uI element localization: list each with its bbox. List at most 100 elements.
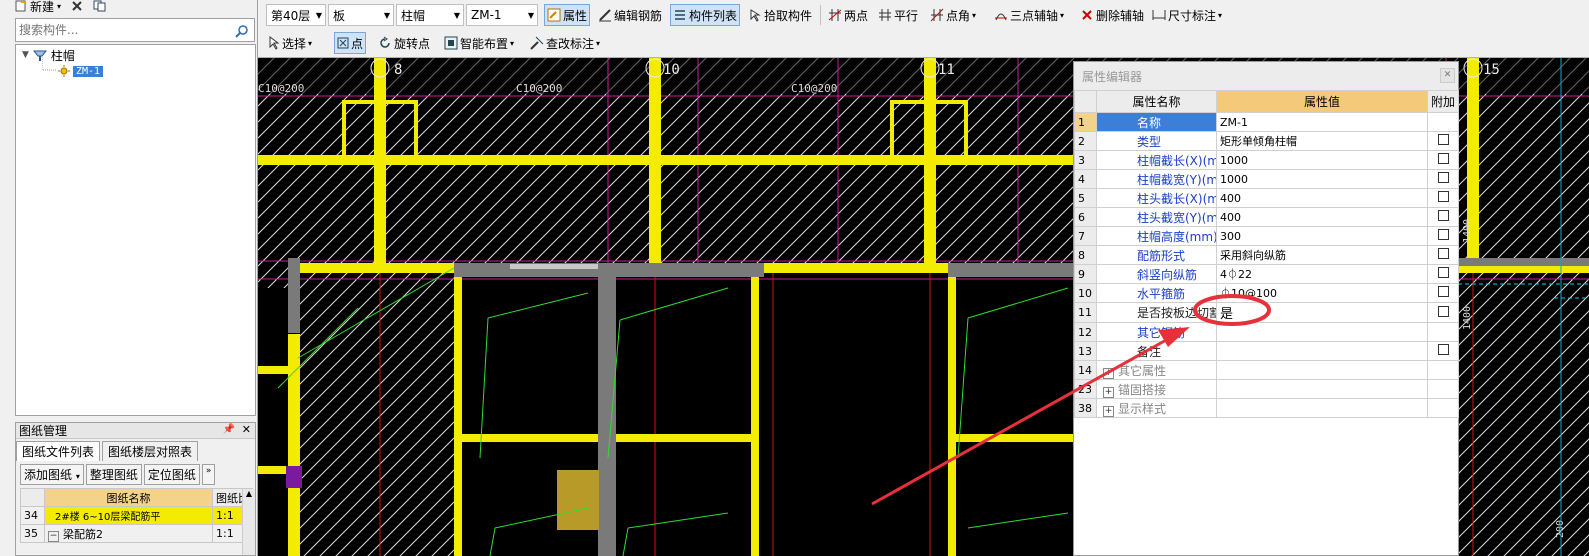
extra-checkbox[interactable] <box>1437 344 1449 355</box>
tab-drawing-file-list[interactable]: 图纸文件列表 <box>16 441 101 461</box>
property-name: 柱帽截长(X)(mm) <box>1096 150 1217 170</box>
property-row[interactable]: 12 其它钢筋 <box>1074 322 1459 342</box>
tab-floor-mapping[interactable]: 图纸楼层对照表 <box>102 441 199 461</box>
new-button[interactable]: 新建 ▾ <box>12 0 64 16</box>
property-row[interactable]: 38 + 显示样式 <box>1074 398 1459 418</box>
extra-checkbox[interactable] <box>1437 267 1449 278</box>
two-point-button[interactable]: 两点 <box>828 4 868 26</box>
property-value[interactable] <box>1216 341 1428 361</box>
search-input[interactable] <box>16 19 226 41</box>
row-num: 11 <box>1074 302 1097 323</box>
extra-checkbox[interactable] <box>1437 210 1449 221</box>
property-value[interactable]: 4⏀22 <box>1216 264 1428 284</box>
extra-checkbox[interactable] <box>1437 229 1449 240</box>
close-icon[interactable]: ✕ <box>242 423 251 436</box>
rotate-point-button[interactable]: 旋转点 <box>378 32 430 54</box>
property-value[interactable]: 400 <box>1216 188 1428 208</box>
rotate-point-label: 旋转点 <box>394 36 431 51</box>
extra-checkbox[interactable] <box>1437 153 1449 164</box>
more-icon[interactable]: » <box>201 464 216 485</box>
property-value[interactable]: 400 <box>1216 207 1428 227</box>
property-row[interactable]: 9 斜竖向纵筋 4⏀22 <box>1074 264 1459 284</box>
drawing-table-scrollbar[interactable]: ▲ <box>242 489 255 555</box>
table-row[interactable]: 34 2#楼 6~10层梁配筋平 1:1 <box>20 506 253 525</box>
extra-checkbox[interactable] <box>1437 286 1449 297</box>
extra-checkbox[interactable] <box>1437 305 1449 317</box>
property-row[interactable]: 7 柱帽高度(mm) 300 <box>1074 226 1459 246</box>
chevron-down-icon[interactable]: ▾ <box>510 39 514 48</box>
point-angle-button[interactable]: 点角 ▾ <box>930 4 976 26</box>
expand-icon[interactable]: − <box>48 530 59 542</box>
type-select[interactable]: 柱帽 ▼ <box>396 4 464 26</box>
property-value[interactable]: ⏀10@100 <box>1216 283 1428 303</box>
property-name: + 显示样式 <box>1096 398 1217 418</box>
extra-checkbox[interactable] <box>1437 172 1449 183</box>
copy-button[interactable] <box>90 0 110 16</box>
chevron-down-icon[interactable]: ▾ <box>596 39 600 48</box>
property-row[interactable]: 23 + 锚固搭接 <box>1074 379 1459 399</box>
property-value[interactable] <box>1216 379 1428 399</box>
property-value[interactable]: 300 <box>1216 226 1428 246</box>
smart-layout-button[interactable]: 智能布置 ▾ <box>444 32 514 54</box>
parallel-button[interactable]: 平行 <box>878 4 918 26</box>
edit-rebar-button[interactable]: 编辑钢筋 <box>598 4 662 26</box>
extra-checkbox[interactable] <box>1437 134 1449 145</box>
property-value[interactable] <box>1216 398 1428 418</box>
property-row[interactable]: 5柱头截长(X)(mm)400 <box>1074 188 1459 208</box>
floor-select[interactable]: 第40层 ▼ <box>266 4 326 26</box>
property-name: + 其它属性 <box>1096 360 1217 380</box>
dimension-button[interactable]: 尺寸标注 ▾ <box>1152 4 1222 26</box>
component-select[interactable]: ZM-1 ▼ <box>466 4 538 26</box>
property-row[interactable]: 13 备注 <box>1074 341 1459 361</box>
point-button[interactable]: 点 <box>334 32 367 54</box>
chevron-down-icon[interactable]: ▾ <box>1218 11 1222 20</box>
property-value[interactable]: 是 <box>1216 302 1428 323</box>
expand-icon[interactable]: + <box>1103 386 1114 398</box>
chevron-down-icon[interactable]: ▼ <box>22 50 29 60</box>
property-row[interactable]: 1 名称 ZM-1 <box>1074 112 1459 132</box>
property-value[interactable] <box>1216 322 1428 342</box>
property-row[interactable]: 14 + 其它属性 <box>1074 360 1459 380</box>
chevron-down-icon: ▼ <box>383 10 390 20</box>
property-value[interactable] <box>1216 360 1428 380</box>
chevron-down-icon[interactable]: ▾ <box>1060 11 1064 20</box>
extra-checkbox[interactable] <box>1437 191 1449 202</box>
property-value[interactable]: 采用斜向纵筋 <box>1216 245 1428 265</box>
property-value[interactable]: ZM-1 <box>1216 112 1428 132</box>
property-row[interactable]: 10 水平箍筋 ⏀10@100 <box>1074 283 1459 303</box>
table-row[interactable]: 35 − 梁配筋2 1:1 <box>20 524 253 543</box>
pin-icon[interactable]: 📌 <box>223 424 235 435</box>
delete-axis-button[interactable]: 删除辅轴 <box>1080 4 1144 26</box>
property-row[interactable]: 11 是否按板边切割是 <box>1074 302 1459 323</box>
modify-label-button[interactable]: 查改标注 ▾ <box>530 32 600 54</box>
tree-item-zm1[interactable]: ZM-1 <box>58 63 104 79</box>
locate-drawing-button[interactable]: 定位图纸 <box>143 464 200 485</box>
property-value[interactable]: 1000 <box>1216 150 1428 170</box>
point-label: 点 <box>351 36 364 51</box>
three-point-axis-button[interactable]: 三点辅轴 ▾ <box>994 4 1064 26</box>
close-icon[interactable]: ✕ <box>1440 68 1455 83</box>
property-row[interactable]: 8 配筋形式 采用斜向纵筋 <box>1074 245 1459 265</box>
organize-drawing-button[interactable]: 整理图纸 <box>85 464 142 485</box>
expand-icon[interactable]: + <box>1103 367 1114 379</box>
chevron-down-icon[interactable]: ▾ <box>308 39 312 48</box>
property-row[interactable]: 6柱头截宽(Y)(mm)400 <box>1074 207 1459 227</box>
chevron-down-icon[interactable]: ▾ <box>972 11 976 20</box>
extra-checkbox[interactable] <box>1437 248 1449 259</box>
property-value[interactable]: 1000 <box>1216 169 1428 189</box>
property-button[interactable]: 属性 <box>544 4 591 26</box>
search-icon[interactable] <box>235 24 249 38</box>
chevron-down-icon[interactable]: ▾ <box>76 472 80 481</box>
property-row[interactable]: 2 类型 矩形单倾角柱帽 <box>1074 131 1459 151</box>
scroll-up-icon[interactable]: ▲ <box>243 489 255 498</box>
add-drawing-button[interactable]: 添加图纸 ▾ <box>20 464 84 485</box>
property-row[interactable]: 3柱帽截长(X)(mm)1000 <box>1074 150 1459 170</box>
select-button[interactable]: 选择 ▾ <box>268 32 312 54</box>
property-value[interactable]: 矩形单倾角柱帽 <box>1216 131 1428 151</box>
category-select[interactable]: 板 ▼ <box>328 4 394 26</box>
delete-button[interactable] <box>68 0 86 16</box>
expand-icon[interactable]: + <box>1103 405 1114 417</box>
component-list-button[interactable]: 构件列表 <box>670 4 741 26</box>
property-row[interactable]: 4柱帽截宽(Y)(mm)1000 <box>1074 169 1459 189</box>
pick-component-button[interactable]: 拾取构件 <box>748 4 812 26</box>
